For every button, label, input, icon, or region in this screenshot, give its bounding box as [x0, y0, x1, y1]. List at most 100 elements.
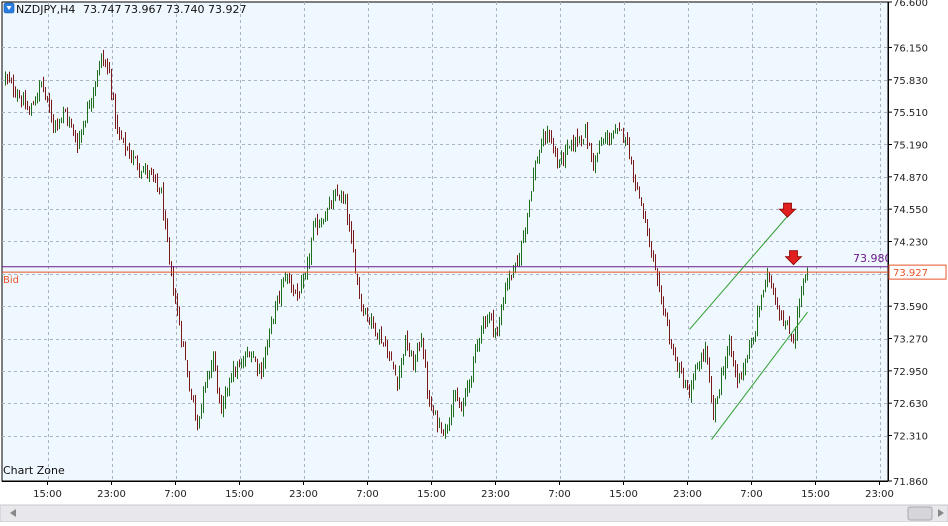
candle-body [619, 128, 620, 130]
candle-body [751, 342, 752, 348]
candle-body [137, 158, 138, 167]
candle-body [625, 137, 626, 141]
candle-body [461, 408, 462, 411]
candle-body [367, 311, 368, 319]
candle-body [251, 355, 252, 357]
candle-body [545, 134, 546, 141]
candle-body [393, 361, 394, 369]
candle-body [289, 276, 290, 281]
candle-body [331, 202, 332, 207]
candle-body [791, 334, 792, 341]
candle-body [115, 95, 116, 123]
candle-body [409, 348, 410, 355]
candle-body [213, 355, 214, 366]
candle-body [807, 272, 808, 276]
candle-body [441, 423, 442, 433]
candle-body [741, 374, 742, 376]
candle-body [451, 410, 452, 421]
level-price-label: 73.980 [853, 252, 892, 265]
candle-body [123, 137, 124, 139]
y-tick-label: 76.150 [893, 43, 928, 54]
x-tick-label: 15:00 [225, 489, 254, 500]
candle-body [557, 154, 558, 165]
candle-body [671, 342, 672, 347]
scrollbar-thumb[interactable] [907, 506, 933, 521]
candle-body [731, 339, 732, 354]
candle-body [189, 376, 190, 391]
candle-body [287, 275, 288, 280]
candle-body [797, 312, 798, 334]
candle-body [747, 358, 748, 361]
horizontal-scrollbar[interactable] [0, 504, 948, 523]
candle-body [665, 313, 666, 316]
candle-body [725, 361, 726, 375]
candle-body [91, 100, 92, 105]
x-tick-label: 15:00 [801, 489, 830, 500]
candle-body [467, 387, 468, 392]
candle-body [45, 88, 46, 97]
candle-body [591, 145, 592, 156]
candle-body [51, 106, 52, 120]
candle-body [53, 118, 54, 128]
candle-body [703, 354, 704, 357]
candle-body [633, 160, 634, 180]
candle-body [247, 353, 248, 357]
candle-body [421, 339, 422, 346]
x-tick-label: 15:00 [417, 489, 446, 500]
candle-body [401, 358, 402, 373]
candle-body [13, 80, 14, 92]
candle-body [345, 198, 346, 201]
candle-body [35, 101, 36, 106]
candle-body [735, 362, 736, 372]
candle-body [483, 321, 484, 330]
high-value: 73.967 [124, 3, 163, 16]
candle-body [657, 270, 658, 280]
candle-body [371, 317, 372, 323]
candle-body [271, 320, 272, 329]
candle-body [549, 132, 550, 138]
candle-body [683, 372, 684, 386]
candle-body [711, 380, 712, 397]
candle-body [449, 418, 450, 425]
candle-body [175, 294, 176, 301]
candle-body [311, 240, 312, 259]
candle-body [739, 373, 740, 384]
candle-body [141, 172, 142, 174]
candle-body [321, 222, 322, 225]
candle-body [55, 120, 56, 127]
candle-body [67, 111, 68, 122]
candle-body [533, 172, 534, 190]
candle-body [537, 161, 538, 164]
candle-body [77, 140, 78, 149]
candle-body [505, 286, 506, 300]
candle-body [413, 354, 414, 371]
candle-body [507, 283, 508, 287]
candle-body [205, 382, 206, 392]
candle-body [713, 395, 714, 418]
candle-body [15, 91, 16, 96]
candle-body [499, 321, 500, 333]
candle-body [27, 105, 28, 110]
candle-body [361, 296, 362, 307]
x-tick-label: 23:00 [673, 489, 702, 500]
candle-body [79, 136, 80, 147]
candle-body [617, 129, 618, 131]
candle-body [295, 289, 296, 292]
candle-body [559, 162, 560, 166]
candle-body [63, 112, 64, 117]
candle-body [87, 106, 88, 121]
candle-body [623, 128, 624, 139]
candle-body [31, 105, 32, 114]
candle-body [571, 140, 572, 148]
candle-body [383, 342, 384, 344]
candle-body [223, 402, 224, 411]
candle-body [697, 367, 698, 370]
candle-body [333, 196, 334, 208]
candle-body [605, 138, 606, 142]
candle-body [217, 367, 218, 391]
candle-body [375, 323, 376, 335]
candle-body [583, 139, 584, 141]
candle-body [485, 320, 486, 326]
candle-body [387, 346, 388, 357]
bid-label: Bid [3, 275, 19, 286]
